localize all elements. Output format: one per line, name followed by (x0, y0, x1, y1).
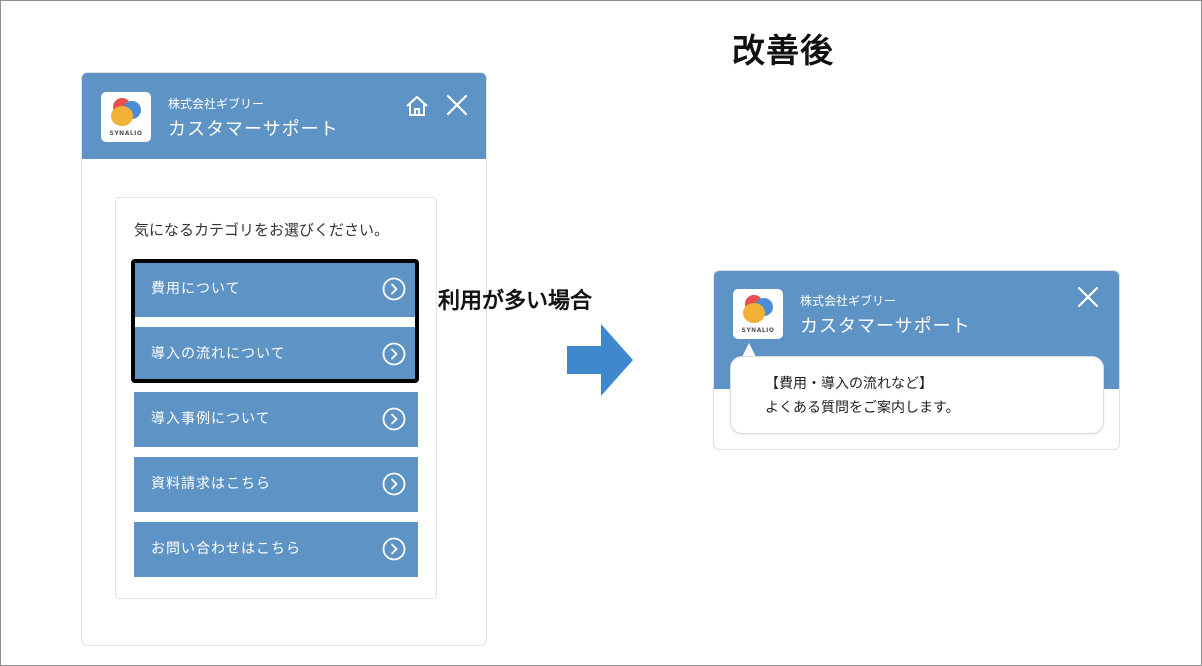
widget-header: SYNALIO 株式会社ギブリー カスタマーサポート (82, 73, 486, 159)
synalio-logo: SYNALIO (733, 289, 783, 339)
option-label: お問い合わせはこちら (151, 541, 301, 557)
chevron-right-circle-icon (382, 472, 406, 496)
arrow-right-icon (567, 324, 633, 396)
after-heading: 改善後 (732, 31, 834, 70)
service-title: カスタマーサポート (800, 316, 971, 337)
chat-widget-collapsed[interactable]: SYNALIO 株式会社ギブリー カスタマーサポート 【費用・導入の流れなど】 … (713, 270, 1120, 450)
close-icon[interactable] (1076, 285, 1100, 309)
chevron-right-circle-icon (382, 537, 406, 561)
option-request-materials[interactable]: 資料請求はこちら (134, 457, 418, 512)
frequent-use-label: 利用が多い場合 (438, 289, 593, 314)
option-case-studies[interactable]: 導入事例について (134, 392, 418, 447)
bubble-text: よくある質問をご案内します。 (765, 400, 960, 416)
option-contact[interactable]: お問い合わせはこちら (134, 522, 418, 577)
close-icon[interactable] (445, 93, 469, 117)
option-label: 資料請求はこちら (151, 476, 271, 492)
chevron-right-circle-icon (382, 407, 406, 431)
frequent-options-highlight (131, 259, 419, 383)
home-icon[interactable] (404, 93, 430, 119)
option-label: 導入事例について (151, 411, 271, 427)
category-card: 気になるカテゴリをお選びください。 費用について 導入の流れについて 導入事例に… (115, 197, 437, 599)
service-title: カスタマーサポート (168, 119, 339, 140)
company-name: 株式会社ギブリー (800, 294, 897, 308)
synalio-logo: SYNALIO (101, 92, 151, 142)
company-name: 株式会社ギブリー (168, 97, 265, 111)
category-prompt: 気になるカテゴリをお選びください。 (134, 221, 390, 239)
greeting-bubble[interactable]: 【費用・導入の流れなど】 よくある質問をご案内します。 (730, 356, 1104, 434)
bubble-title: 【費用・導入の流れなど】 (765, 376, 933, 392)
bubble-tail (742, 343, 756, 357)
